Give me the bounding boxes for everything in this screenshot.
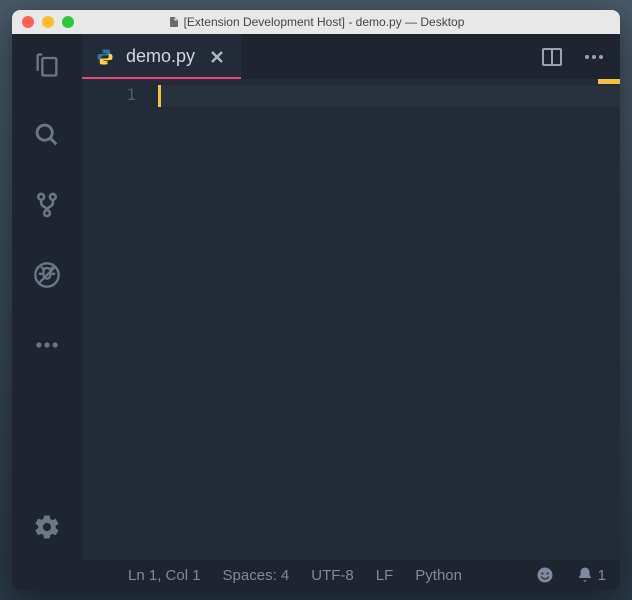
tab-filename: demo.py [126, 46, 195, 67]
editor-more-icon[interactable] [582, 45, 606, 69]
search-icon[interactable] [30, 118, 64, 152]
editor-actions [540, 34, 620, 79]
activity-bar [12, 34, 82, 560]
window-title: [Extension Development Host] - demo.py —… [12, 15, 620, 29]
notifications-count: 1 [598, 567, 606, 584]
code-editor[interactable]: 1 [82, 79, 620, 560]
debug-icon[interactable] [30, 258, 64, 292]
tab-demo-py[interactable]: demo.py [82, 34, 241, 79]
line-number: 1 [82, 85, 136, 107]
status-encoding[interactable]: UTF-8 [311, 567, 354, 584]
status-eol[interactable]: LF [376, 567, 394, 584]
more-icon[interactable] [30, 328, 64, 362]
status-cursor-position[interactable]: Ln 1, Col 1 [128, 567, 201, 584]
file-icon [168, 16, 180, 28]
close-window-button[interactable] [22, 16, 34, 28]
vscode-window: [Extension Development Host] - demo.py —… [12, 10, 620, 590]
editor-area: demo.py 1 [82, 34, 620, 560]
status-indentation[interactable]: Spaces: 4 [223, 567, 290, 584]
code-content[interactable] [158, 79, 620, 560]
traffic-lights [22, 16, 74, 28]
main-area: demo.py 1 [12, 34, 620, 560]
active-line-highlight [158, 85, 620, 107]
zoom-window-button[interactable] [62, 16, 74, 28]
minimize-window-button[interactable] [42, 16, 54, 28]
source-control-icon[interactable] [30, 188, 64, 222]
settings-gear-icon[interactable] [30, 510, 64, 544]
status-language[interactable]: Python [415, 567, 462, 584]
close-tab-icon[interactable] [207, 47, 227, 67]
tab-bar: demo.py [82, 34, 620, 79]
explorer-icon[interactable] [30, 48, 64, 82]
line-gutter: 1 [82, 79, 158, 560]
feedback-smiley-icon[interactable] [536, 566, 554, 584]
status-bar: Ln 1, Col 1 Spaces: 4 UTF-8 LF Python 1 [12, 560, 620, 590]
overview-ruler-mark [598, 79, 620, 84]
window-title-text: [Extension Development Host] - demo.py —… [184, 15, 465, 29]
bell-icon [576, 566, 594, 584]
cursor-caret [158, 85, 161, 107]
python-file-icon [96, 48, 114, 66]
split-editor-icon[interactable] [540, 45, 564, 69]
titlebar: [Extension Development Host] - demo.py —… [12, 10, 620, 34]
notifications-button[interactable]: 1 [576, 566, 606, 584]
